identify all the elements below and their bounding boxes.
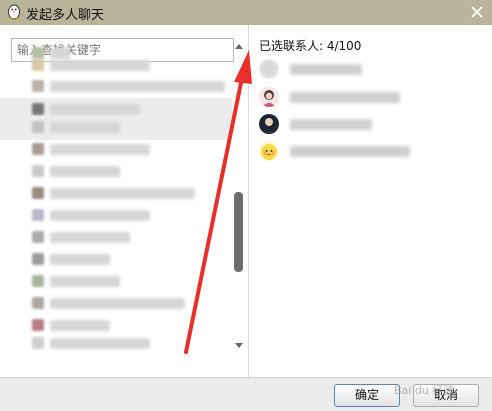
list-item[interactable] xyxy=(0,204,232,228)
avatar xyxy=(259,59,279,79)
close-icon[interactable] xyxy=(468,3,486,21)
list-item[interactable] xyxy=(0,116,232,140)
avatar xyxy=(32,143,44,155)
contact-name-redacted xyxy=(50,298,185,309)
avatar xyxy=(259,141,279,161)
contact-name-redacted xyxy=(50,338,150,349)
pane-divider xyxy=(248,25,249,377)
avatar xyxy=(32,121,44,133)
list-item[interactable] xyxy=(0,332,232,352)
qq-penguin-icon xyxy=(8,4,20,20)
avatar xyxy=(32,165,44,177)
contact-name-redacted xyxy=(50,81,225,92)
contact-name-redacted xyxy=(50,210,150,221)
scroll-up-arrow-icon[interactable] xyxy=(234,42,244,50)
confirm-button[interactable]: 确定 xyxy=(334,384,400,407)
contact-name-redacted xyxy=(50,232,130,243)
avatar xyxy=(259,114,279,134)
avatar xyxy=(32,80,44,92)
list-item[interactable] xyxy=(0,248,232,272)
contact-name-redacted xyxy=(50,276,120,287)
selected-contact[interactable] xyxy=(256,139,486,165)
selected-contact[interactable] xyxy=(256,112,486,138)
contact-name-redacted xyxy=(290,64,362,75)
avatar xyxy=(32,297,44,309)
title-bar: 发起多人聊天 xyxy=(0,0,492,25)
watermark: Bai du 经验 xyxy=(394,384,455,397)
contact-name-redacted xyxy=(290,92,400,103)
contact-name-redacted xyxy=(50,104,140,115)
avatar xyxy=(32,319,44,331)
scroll-down-arrow-icon[interactable] xyxy=(234,342,244,350)
contact-name-redacted xyxy=(50,320,110,331)
contact-name-redacted xyxy=(290,146,410,157)
avatar xyxy=(32,231,44,243)
list-item[interactable] xyxy=(0,292,232,316)
contact-name-redacted xyxy=(50,188,195,199)
avatar xyxy=(32,59,44,71)
contact-name-redacted xyxy=(50,60,150,71)
avatar xyxy=(32,187,44,199)
list-item[interactable] xyxy=(0,270,232,294)
list-item[interactable] xyxy=(0,182,232,206)
selected-contact[interactable] xyxy=(256,85,486,111)
list-item[interactable] xyxy=(0,160,232,184)
avatar xyxy=(32,103,44,115)
list-item[interactable] xyxy=(0,138,232,162)
avatar xyxy=(259,87,279,107)
list-item[interactable] xyxy=(0,75,232,99)
contact-name-redacted xyxy=(50,166,120,177)
contact-name-redacted xyxy=(50,144,150,155)
scroll-thumb[interactable] xyxy=(234,192,243,272)
avatar xyxy=(32,253,44,265)
selected-contact[interactable] xyxy=(256,57,486,83)
contact-list-scrollbar[interactable] xyxy=(232,42,246,352)
window-title: 发起多人聊天 xyxy=(26,8,105,23)
contact-list xyxy=(0,42,232,352)
avatar xyxy=(32,337,44,349)
contact-name-redacted xyxy=(50,254,110,265)
contact-name-redacted xyxy=(290,119,372,130)
avatar xyxy=(32,275,44,287)
contact-name-redacted xyxy=(50,122,120,133)
list-item[interactable] xyxy=(0,226,232,250)
avatar xyxy=(32,209,44,221)
selected-count-label: 已选联系人: 4/100 xyxy=(259,39,362,53)
